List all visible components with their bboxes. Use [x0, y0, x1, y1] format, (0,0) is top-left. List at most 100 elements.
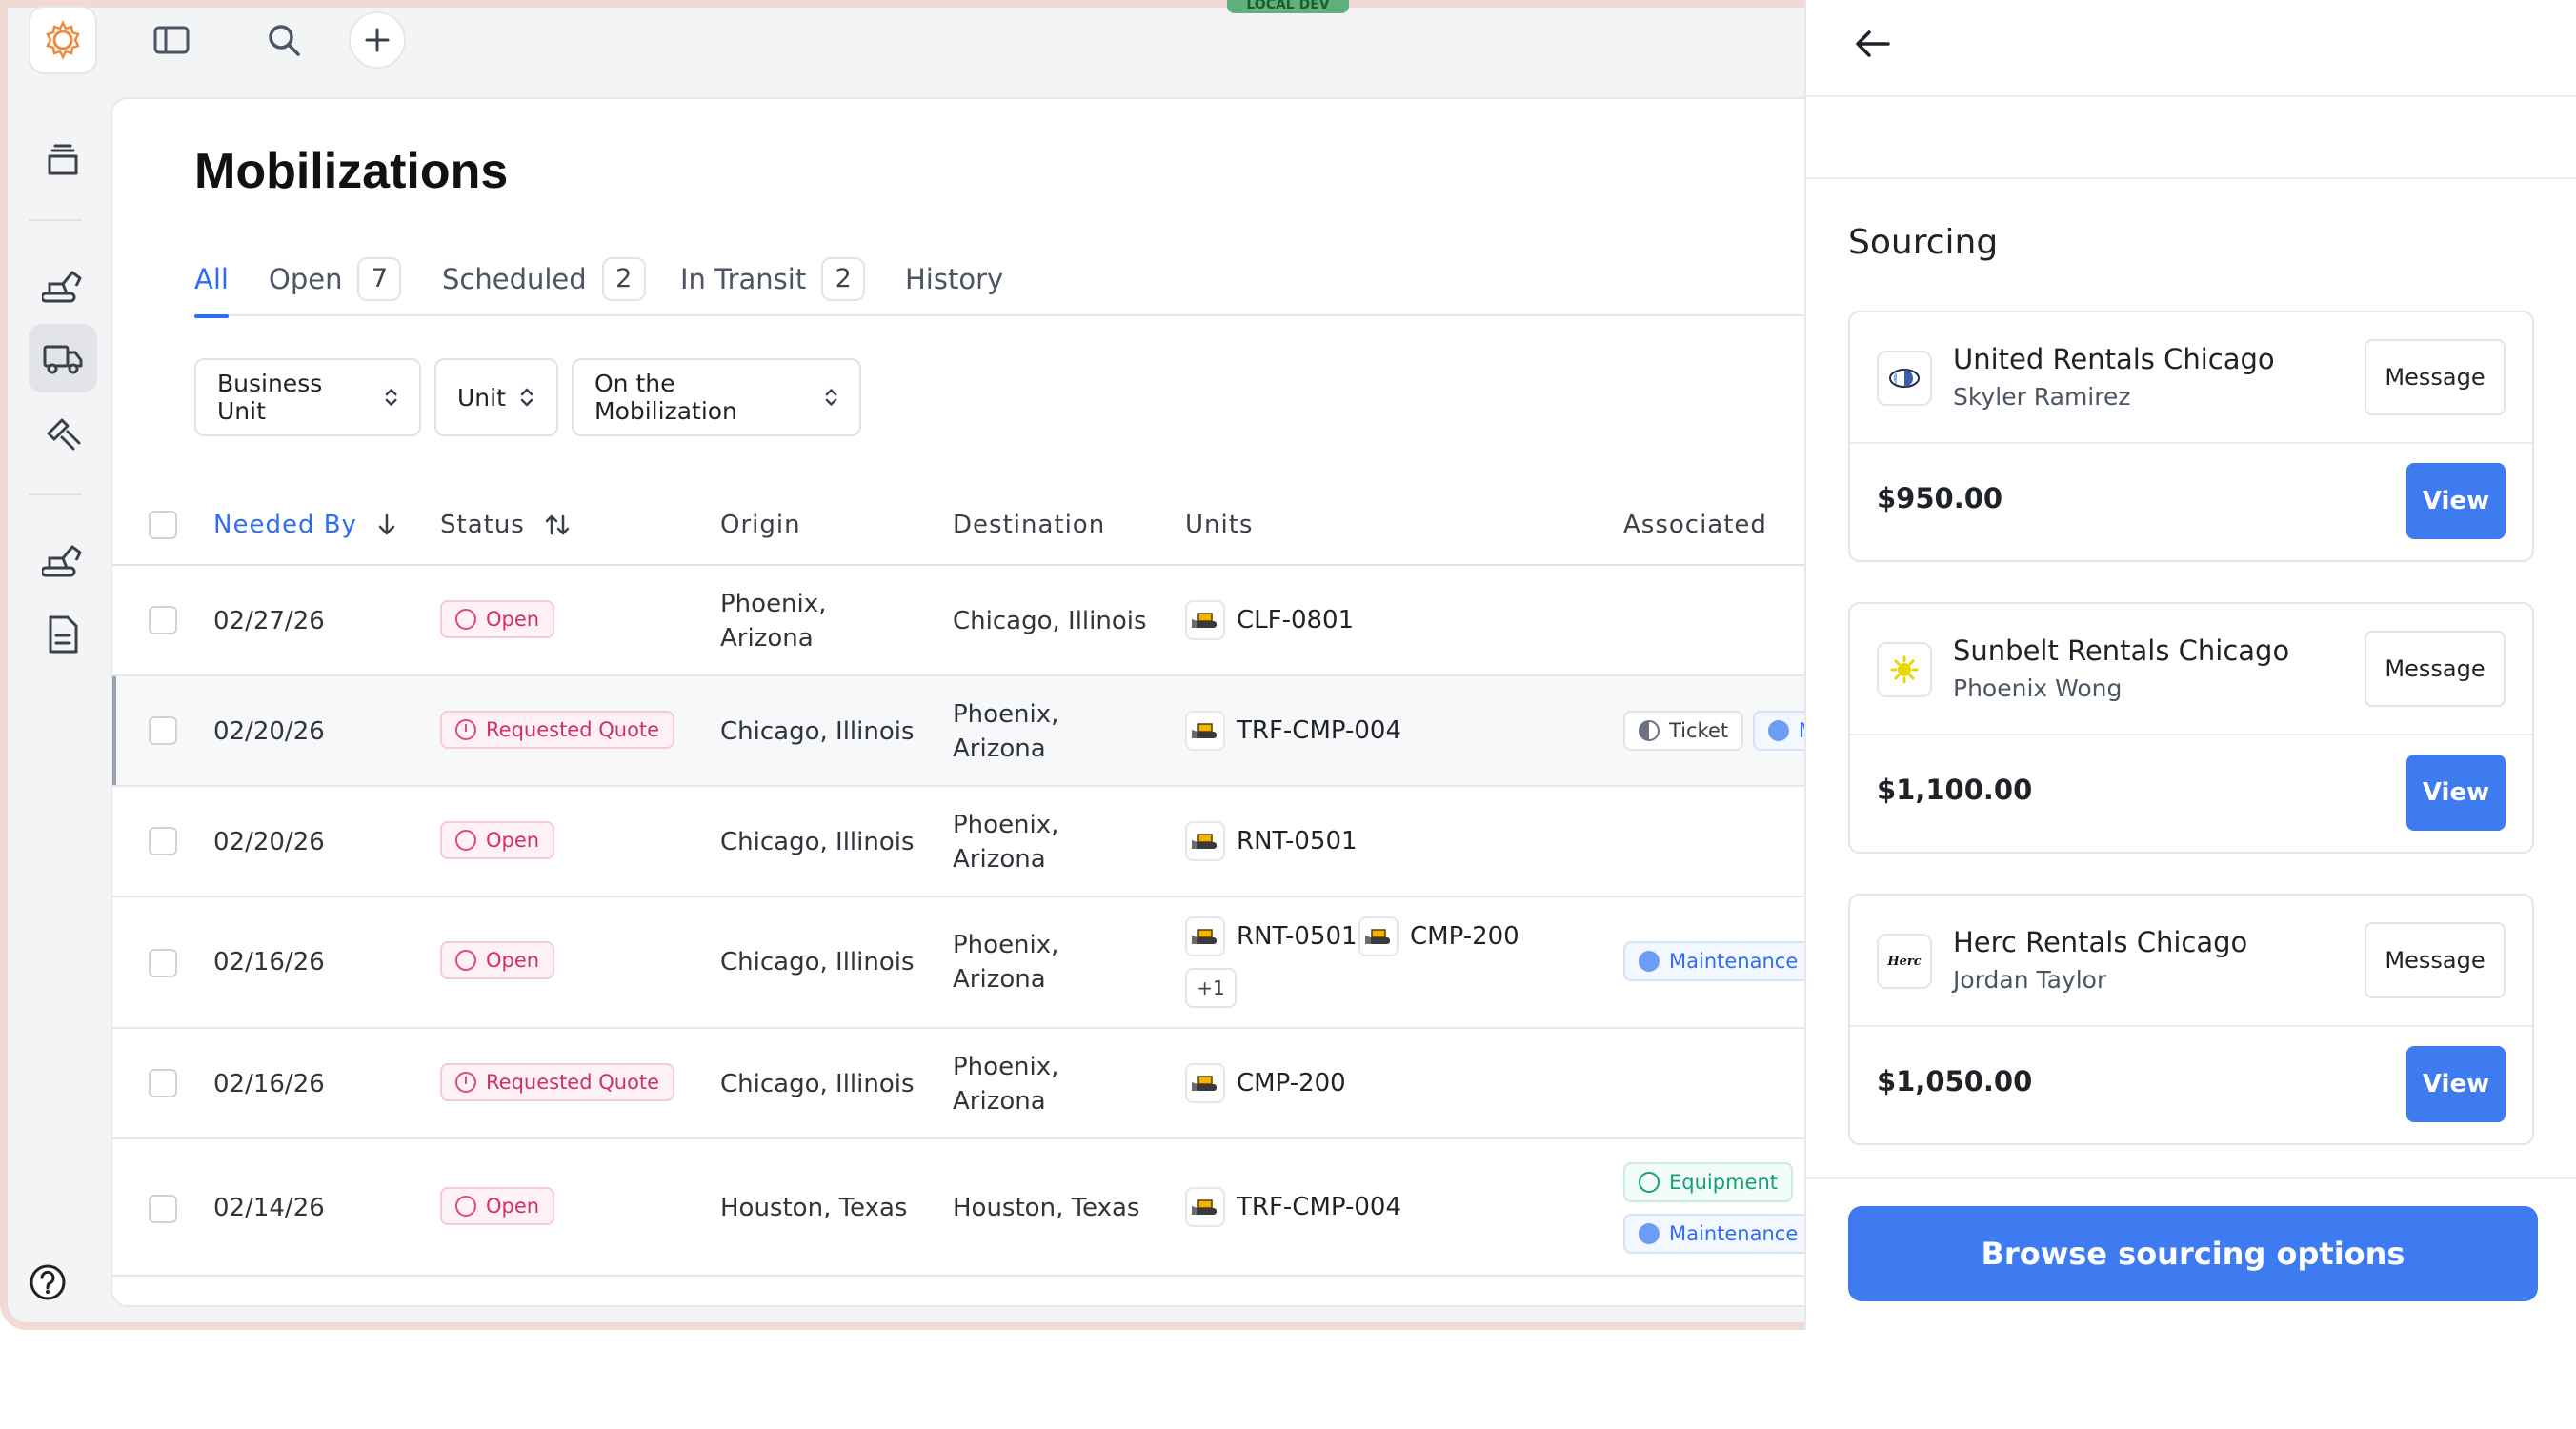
nav-documents[interactable]: [29, 600, 97, 669]
row-checkbox[interactable]: [149, 716, 177, 745]
view-button[interactable]: View: [2406, 463, 2506, 539]
more-units-chip[interactable]: +1: [1185, 968, 1237, 1008]
tab-label: In Transit: [680, 263, 807, 295]
arrow-down-icon: [378, 513, 395, 535]
bulldozer-icon: [1185, 916, 1225, 956]
nav-equipment[interactable]: [29, 250, 97, 318]
app-logo-button[interactable]: [29, 6, 97, 74]
table-row[interactable]: 02/27/26 Open Phoenix, Arizona Chicago, I…: [112, 566, 2014, 676]
associated-maintenance-chip[interactable]: Maintenance: [1623, 941, 1814, 981]
ticket-icon: [1639, 720, 1660, 741]
rail-divider: [29, 219, 82, 221]
column-status[interactable]: Status: [440, 484, 571, 566]
sourcing-panel: Sourcing United Rentals Chicago Skyler R…: [1804, 0, 2576, 1330]
row-checkbox[interactable]: [149, 1195, 177, 1223]
tab-history[interactable]: History: [905, 240, 1003, 318]
unit-id: TRF-CMP-004: [1237, 1193, 1401, 1221]
tab-label: All: [194, 263, 229, 295]
nav-mobilizations[interactable]: [29, 324, 97, 392]
tab-all[interactable]: All: [194, 240, 229, 318]
column-label: Needed By: [213, 511, 357, 539]
associated-equipment-chip[interactable]: Equipment: [1623, 1162, 1793, 1202]
origin-line: Chicago, Illinois: [720, 717, 915, 746]
bulldozer-icon: [1358, 916, 1399, 956]
circle-icon: [455, 830, 476, 851]
column-label: Status: [440, 511, 525, 539]
origin-line: Arizona: [720, 624, 814, 653]
unit-link[interactable]: RNT-0501: [1185, 821, 1358, 861]
help-button[interactable]: [13, 1248, 82, 1317]
view-button[interactable]: View: [2406, 755, 2506, 831]
help-icon: [30, 1264, 66, 1300]
add-button[interactable]: [349, 11, 406, 69]
origin-line: Phoenix,: [720, 590, 827, 618]
tab-scheduled[interactable]: Scheduled 2: [442, 240, 646, 318]
table-row[interactable]: 02/14/26 Open Houston, Texas Houston, Te…: [112, 1139, 2014, 1277]
message-button[interactable]: Message: [2365, 631, 2506, 707]
nav-inventory[interactable]: [29, 126, 97, 194]
filter-business-unit[interactable]: Business Unit: [194, 358, 421, 436]
unit-link[interactable]: TRF-CMP-004: [1185, 1187, 1401, 1227]
back-button[interactable]: [1844, 15, 1902, 72]
rail-divider: [29, 493, 82, 495]
row-checkbox[interactable]: [149, 1069, 177, 1097]
row-checkbox[interactable]: [149, 606, 177, 634]
origin-cell: Chicago, Illinois: [720, 1067, 915, 1101]
unit-link[interactable]: TRF-CMP-004: [1185, 711, 1401, 751]
column-needed-by[interactable]: Needed By: [213, 484, 397, 566]
associated-maintenance-chip[interactable]: Maintenance: [1623, 1214, 1814, 1254]
sidebar-toggle-button[interactable]: [143, 11, 200, 69]
destination-cell: Phoenix, Arizona: [953, 697, 1058, 766]
origin-cell: Chicago, Illinois: [720, 825, 915, 859]
row-checkbox[interactable]: [149, 827, 177, 855]
tab-label: Scheduled: [442, 263, 587, 295]
nav-fleet[interactable]: [29, 524, 97, 593]
document-icon: [49, 615, 78, 654]
destination-line: Phoenix,: [953, 931, 1059, 959]
destination-line: Phoenix,: [953, 1053, 1059, 1081]
unit-id: RNT-0501: [1237, 827, 1358, 855]
unit-link[interactable]: CMP-200: [1185, 1063, 1346, 1103]
unit-link[interactable]: CLF-0801: [1185, 600, 1354, 640]
needed-by-date: 02/27/26: [213, 607, 325, 635]
destination-line: Phoenix,: [953, 811, 1059, 839]
needed-by-date: 02/16/26: [213, 948, 325, 976]
table-row[interactable]: 02/20/26 Open Chicago, Illinois Phoenix,…: [112, 787, 2014, 897]
tab-in-transit[interactable]: In Transit 2: [680, 240, 866, 318]
nav-maintenance[interactable]: [29, 398, 97, 467]
message-button[interactable]: Message: [2365, 922, 2506, 998]
maintenance-icon: [1639, 1223, 1660, 1244]
associated-label: Ticket: [1669, 719, 1729, 742]
table-header: Needed By Status Origin Destination Unit…: [112, 484, 2014, 566]
browse-sourcing-options-button[interactable]: Browse sourcing options: [1848, 1206, 2538, 1301]
needed-by-date: 02/16/26: [213, 1070, 325, 1098]
select-all-checkbox[interactable]: [149, 511, 177, 539]
destination-line: Arizona: [953, 1087, 1046, 1116]
tab-count-badge: 2: [821, 257, 866, 301]
column-units: Units: [1185, 511, 1254, 539]
tab-open[interactable]: Open 7: [269, 240, 402, 318]
origin-line: Chicago, Illinois: [720, 828, 915, 856]
message-button[interactable]: Message: [2365, 339, 2506, 415]
origin-line: Houston, Texas: [720, 1194, 908, 1222]
clock-icon: [455, 719, 476, 740]
row-checkbox[interactable]: [149, 949, 177, 977]
check-circle-icon: [1768, 720, 1789, 741]
search-button[interactable]: [255, 11, 312, 69]
origin-line: Chicago, Illinois: [720, 1070, 915, 1098]
excavator-icon: [42, 271, 82, 303]
filter-unit[interactable]: Unit: [434, 358, 558, 436]
view-button[interactable]: View: [2406, 1046, 2506, 1122]
table-row[interactable]: 02/16/26 Requested Quote Chicago, Illino…: [112, 1029, 2014, 1139]
associated-ticket-chip[interactable]: Ticket: [1623, 711, 1744, 751]
bulldozer-icon: [1185, 821, 1225, 861]
status-label: Open: [486, 949, 540, 972]
unit-link[interactable]: RNT-0501: [1185, 916, 1358, 956]
table-row[interactable]: 02/20/26 Requested Quote Chicago, Illino…: [112, 676, 2014, 787]
table-row[interactable]: 02/16/26 Open Chicago, Illinois Phoenix,…: [112, 897, 2014, 1029]
vendor-name: United Rentals Chicago: [1953, 343, 2275, 375]
filter-on-the-mobilization[interactable]: On the Mobilization: [572, 358, 861, 436]
destination-line: Arizona: [953, 965, 1046, 994]
unit-link[interactable]: CMP-200: [1358, 916, 1519, 956]
tab-label: History: [905, 263, 1004, 295]
